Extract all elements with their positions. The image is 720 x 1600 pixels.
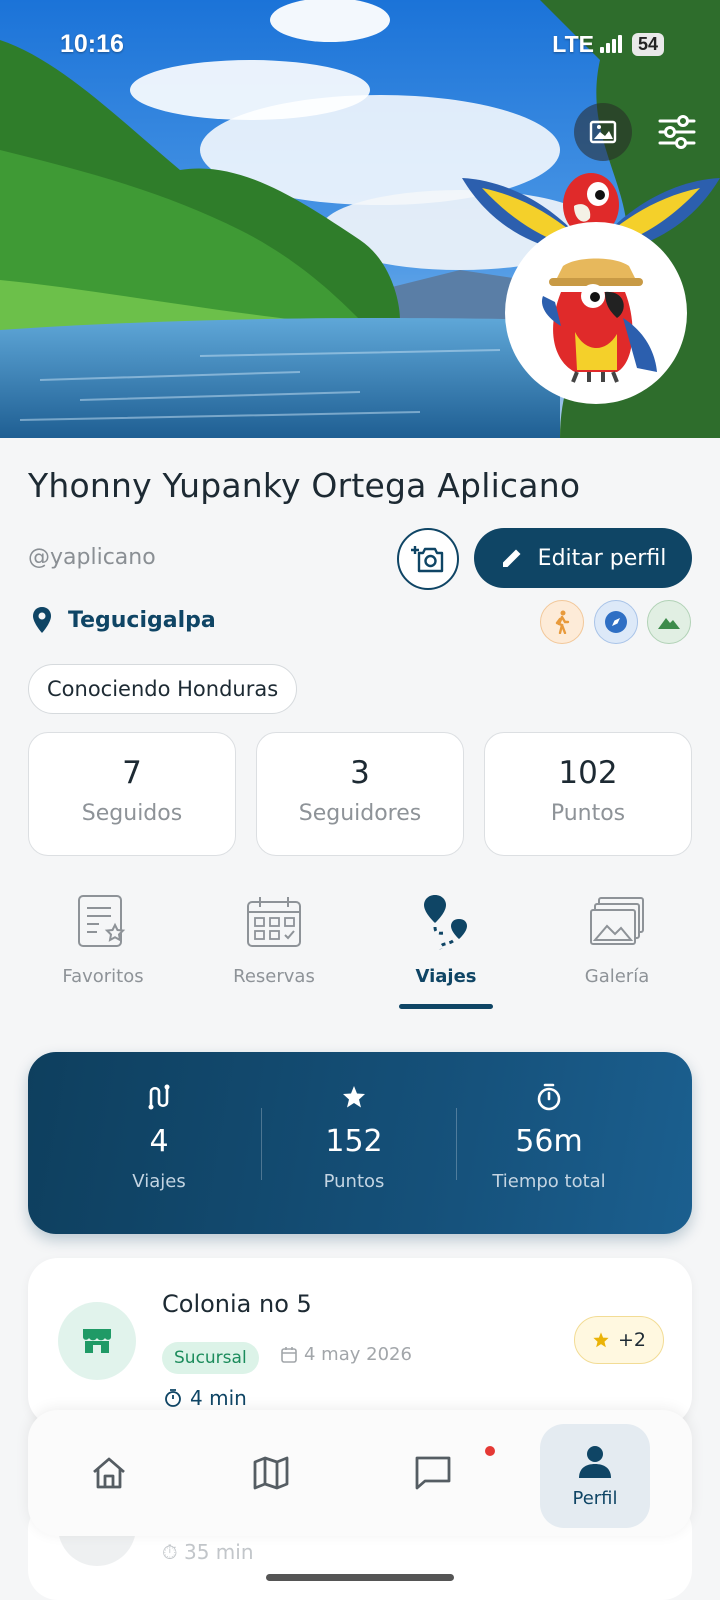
trip-duration: ⏱ 35 min [162, 1540, 254, 1564]
gesture-bar[interactable] [266, 1574, 454, 1581]
chat-icon [415, 1456, 451, 1490]
points-stat[interactable]: 102 Puntos [484, 732, 692, 856]
summary-value: 152 [325, 1124, 383, 1159]
location-label: Tegucigalpa [68, 607, 216, 633]
edit-profile-label: Editar perfil [537, 545, 667, 571]
trip-title: Colonia no 5 [162, 1290, 312, 1318]
bottom-navigation: Perfil [28, 1410, 692, 1536]
tab-label: Reservas [233, 966, 315, 987]
avatar[interactable] [505, 222, 687, 404]
trip-points-label: +2 [617, 1329, 646, 1351]
add-photo-button[interactable] [397, 528, 459, 590]
tab-viajes[interactable]: Viajes [361, 890, 531, 987]
stat-value: 102 [558, 755, 618, 791]
tab-label: Viajes [415, 966, 477, 987]
gallery-icon [590, 897, 644, 945]
location: Tegucigalpa [32, 606, 216, 634]
tab-label: Galería [584, 966, 650, 987]
trip-type-badge: Sucursal [162, 1342, 259, 1374]
location-pin-icon [33, 607, 51, 633]
nav-home[interactable] [54, 1410, 164, 1536]
parrot-avatar-icon [541, 258, 657, 383]
trip-card[interactable]: Colonia no 5 Sucursal 4 may 2026 4 min +… [28, 1258, 692, 1426]
stat-label: Seguidores [298, 801, 422, 826]
image-icon [589, 120, 617, 144]
edit-profile-button[interactable]: Editar perfil [474, 528, 692, 588]
route-icon [148, 1084, 170, 1110]
profile-name: Yhonny Yupanky Ortega Aplicano [28, 466, 581, 505]
notification-dot [483, 1444, 497, 1458]
stat-value: 3 [350, 755, 370, 791]
route-pins-icon [424, 895, 467, 950]
trip-duration-label: 4 min [190, 1386, 247, 1410]
summary-label: Puntos [323, 1171, 385, 1192]
cover-photo: 10:16 LTE 54 [0, 0, 720, 438]
summary-trips: 4 Viajes [60, 1082, 258, 1192]
followers-stat[interactable]: 3 Seguidores [256, 732, 464, 856]
person-icon [579, 1445, 611, 1478]
camera-plus-icon [411, 546, 444, 573]
nav-messages[interactable] [378, 1410, 488, 1536]
calendar-icon [247, 897, 301, 947]
stopwatch-icon [537, 1083, 561, 1111]
tab-label: Favoritos [62, 966, 144, 987]
stat-label: Puntos [550, 801, 626, 826]
summary-points: 152 Puntos [255, 1082, 453, 1192]
star-icon [593, 1332, 609, 1348]
nav-profile[interactable]: Perfil [540, 1424, 650, 1528]
home-icon [93, 1457, 125, 1489]
pencil-icon [502, 549, 521, 567]
calendar-small-icon [281, 1346, 297, 1363]
status-bar: 10:16 LTE 54 [60, 28, 664, 60]
nav-label: Perfil [572, 1487, 618, 1509]
sliders-icon [658, 115, 696, 149]
trips-summary-card: 4 Viajes 152 Puntos 56m Tiempo total [28, 1052, 692, 1234]
stat-label: Seguidos [81, 801, 183, 826]
summary-value: 4 [149, 1124, 169, 1159]
settings-button[interactable] [648, 103, 706, 161]
battery-level: 54 [631, 32, 664, 56]
summary-time: 56m Tiempo total [450, 1082, 648, 1192]
tab-favoritos[interactable]: Favoritos [18, 890, 188, 987]
tab-reservas[interactable]: Reservas [189, 890, 359, 987]
trip-duration: 4 min [164, 1386, 247, 1410]
trip-points-badge: +2 [574, 1316, 664, 1364]
compass-icon [594, 600, 638, 644]
trip-date-label: 4 may 2026 [304, 1344, 412, 1365]
profile-badge: Conociendo Honduras [28, 664, 298, 714]
timer-icon [165, 1389, 181, 1407]
store-icon [58, 1302, 136, 1380]
signal-icon [599, 35, 622, 53]
following-stat[interactable]: 7 Seguidos [28, 732, 236, 856]
network-label: LTE [552, 30, 594, 57]
summary-label: Tiempo total [492, 1171, 606, 1192]
tab-galeria[interactable]: Galería [532, 890, 702, 987]
nav-map[interactable] [216, 1410, 326, 1536]
mountain-icon [647, 600, 691, 644]
status-time: 10:16 [60, 29, 124, 58]
trip-duration-label: 35 min [183, 1540, 254, 1564]
favorites-list-icon [78, 895, 126, 947]
summary-label: Viajes [132, 1171, 186, 1192]
active-tab-indicator [399, 1004, 493, 1009]
summary-value: 56m [515, 1124, 583, 1159]
stat-value: 7 [122, 755, 142, 791]
profile-handle: @yaplicano [28, 545, 156, 570]
trip-date: 4 may 2026 [280, 1344, 412, 1365]
map-icon [253, 1456, 289, 1490]
star-icon [343, 1086, 365, 1108]
change-cover-button[interactable] [574, 103, 632, 161]
hiking-icon [540, 600, 584, 644]
